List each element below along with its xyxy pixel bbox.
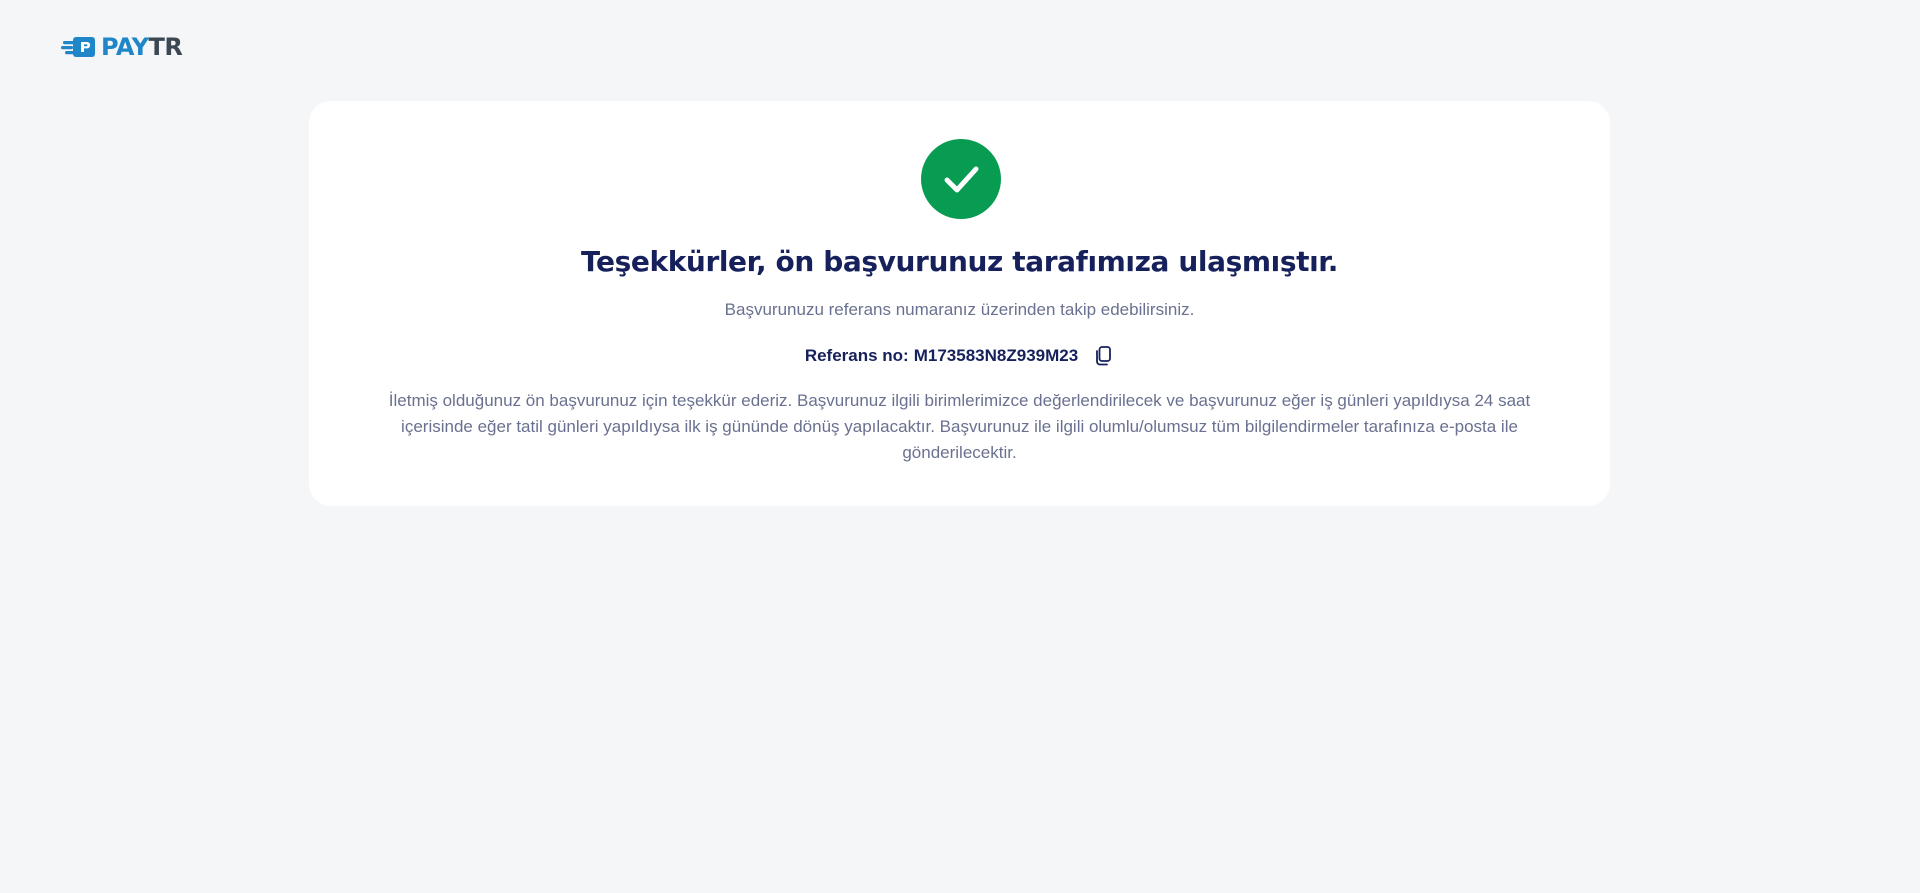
info-paragraph: İletmiş olduğunuz ön başvurunuz için teş… bbox=[388, 391, 1531, 462]
confirmation-card: Teşekkürler, ön başvurunuz tarafımıza ul… bbox=[309, 101, 1610, 506]
checkmark-icon bbox=[944, 166, 979, 193]
copy-icon bbox=[1096, 346, 1112, 366]
logo-pay-text: PAY bbox=[101, 33, 149, 61]
page-title: Teşekkürler, ön başvurunuz tarafımıza ul… bbox=[581, 245, 1338, 278]
logo-tr-text: TR bbox=[148, 33, 183, 61]
reference-row: Referans no: M173583N8Z939M23 bbox=[309, 344, 1610, 368]
paytr-logo-mark-icon bbox=[61, 37, 95, 57]
copy-reference-button[interactable] bbox=[1092, 344, 1114, 368]
reference-number: M173583N8Z939M23 bbox=[913, 346, 1079, 365]
reference-label: Referans no: bbox=[804, 346, 909, 365]
logo-wordmark: PAYTR bbox=[101, 33, 183, 61]
check-circle-icon bbox=[921, 139, 1001, 219]
subtitle-text: Başvurunuzu referans numaranız üzerinden… bbox=[724, 300, 1195, 319]
paytr-logo[interactable]: PAYTR bbox=[61, 33, 183, 61]
